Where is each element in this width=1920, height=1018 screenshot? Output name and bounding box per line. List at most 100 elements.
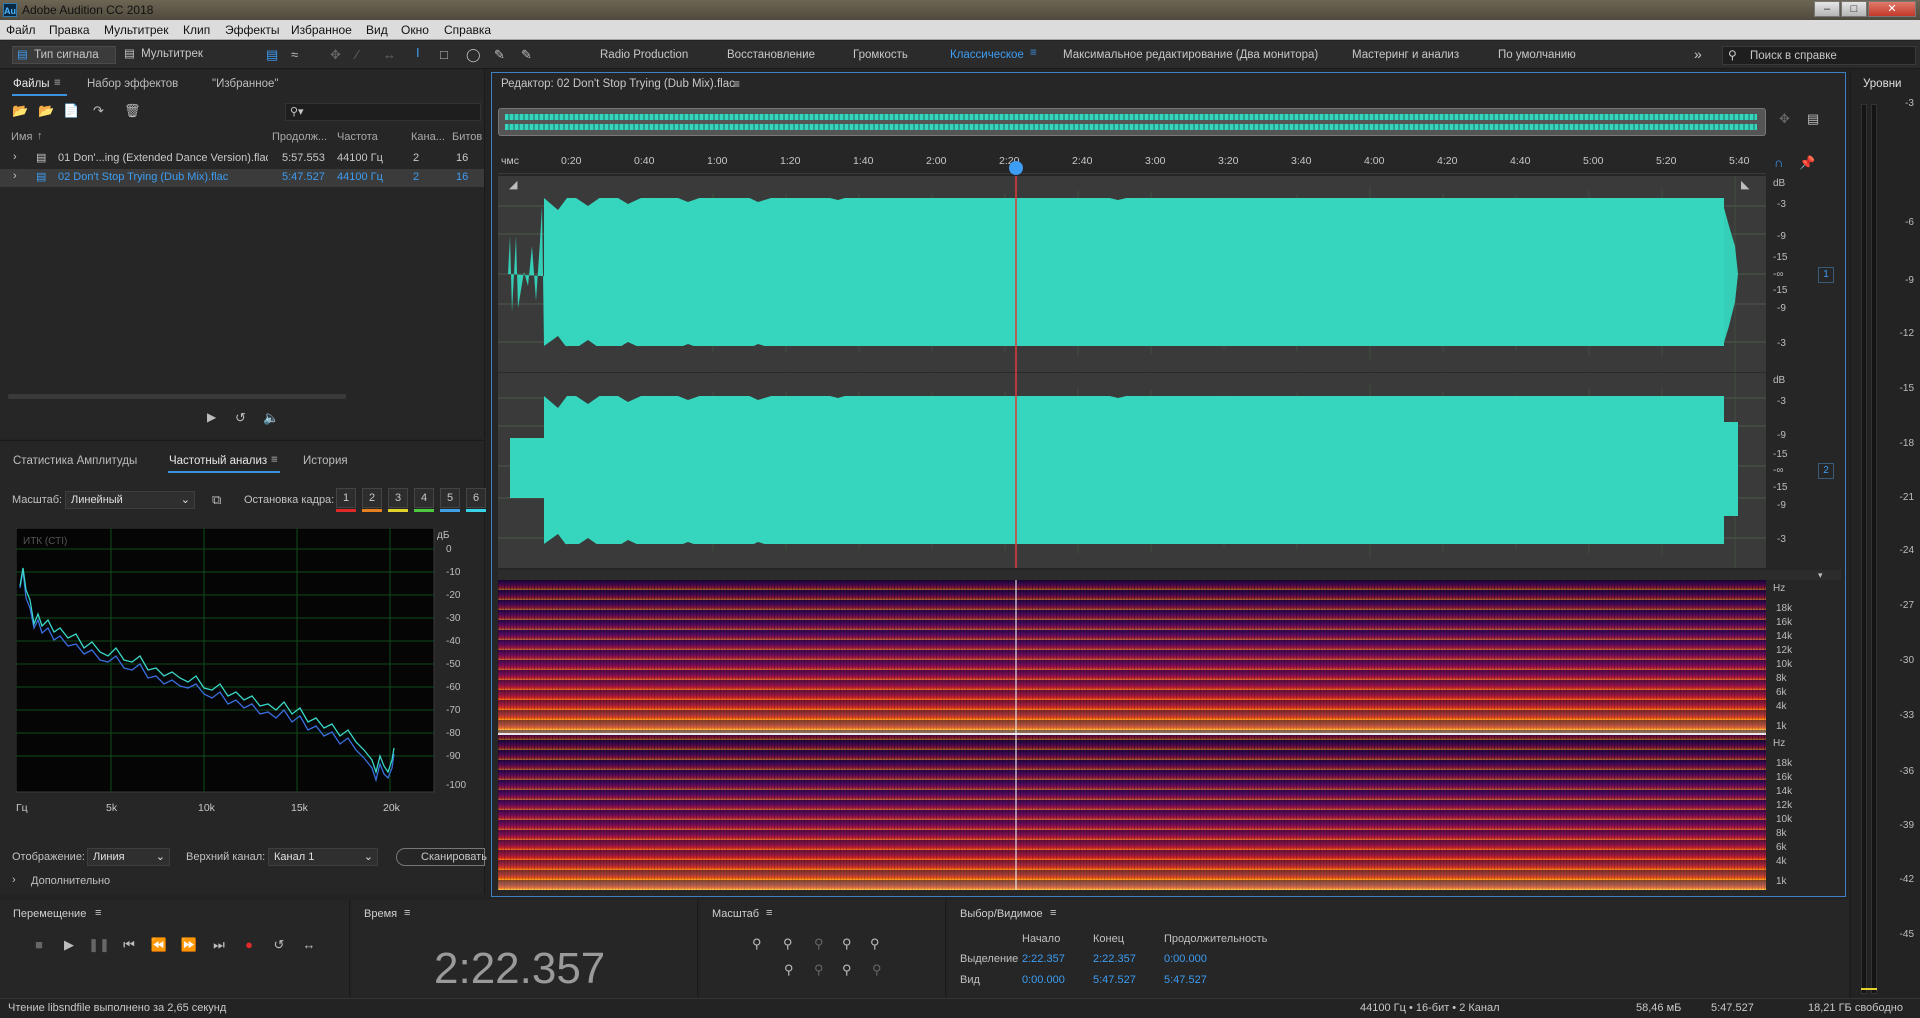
play-preview-icon[interactable]: ▶ [207,410,216,424]
menu-favorites[interactable]: Избранное [291,23,352,37]
expand-icon[interactable]: › [13,170,17,182]
file-row-selected[interactable]: › ▤ 02 Don't Stop Trying (Dub Mix).flac … [0,169,484,187]
channel-toggle-icon[interactable]: ◣ [1741,178,1749,191]
help-search[interactable]: ⚲ Поиск в справке [1722,46,1916,65]
layout-icon[interactable]: ▤ [1807,111,1819,127]
view-start[interactable]: 0:00.000 [1022,974,1065,986]
zoom-out-point-icon[interactable]: ⚲ [842,962,852,978]
waveform-display[interactable] [498,176,1766,568]
files-scrollbar[interactable] [8,394,346,399]
workspace-max-edit[interactable]: Максимальное редактирование (Два монитор… [1063,49,1318,61]
rewind-icon[interactable]: ⏪ [148,935,170,955]
zoom-out-full-icon[interactable]: ⚲ [870,936,880,952]
workspace-loudness[interactable]: Громкость [853,49,908,61]
col-duration[interactable]: Продолж... [272,131,327,143]
delete-icon[interactable]: 🗑 [124,103,141,119]
workspace-menu-icon[interactable]: ≡ [1030,47,1037,59]
auto-play-icon[interactable]: 🔈 [263,410,279,426]
spectral-display[interactable] [498,580,1766,890]
time-menu-icon[interactable]: ≡ [404,907,410,919]
transport-menu-icon[interactable]: ≡ [95,907,101,919]
lasso-tool-icon[interactable]: ◯ [466,47,481,63]
selection-start[interactable]: 2:22.357 [1022,953,1065,965]
tab-favorites[interactable]: "Избранное" [212,78,278,90]
menu-file[interactable]: Файл [6,23,36,37]
marker-pin-icon[interactable]: 📌 [1799,155,1815,171]
snap-icon[interactable]: ∩ [1774,155,1783,170]
zoom-full-icon[interactable]: ✥ [1779,111,1790,127]
pause-icon[interactable]: ❚❚ [88,935,110,955]
workspace-restoration[interactable]: Восстановление [727,49,815,61]
workspace-default[interactable]: По умолчанию [1498,49,1576,61]
workspace-mastering[interactable]: Мастеринг и анализ [1352,49,1459,61]
tab-history[interactable]: История [303,455,348,467]
multitrack-mode-button[interactable]: ▤ Мультитрек [124,46,214,64]
play-icon[interactable]: ▶ [58,935,80,955]
workspace-radio-production[interactable]: Radio Production [600,49,688,61]
freeze-slot-6[interactable]: 6 [466,488,486,508]
selection-menu-icon[interactable]: ≡ [1050,907,1056,919]
freeze-slot-2[interactable]: 2 [362,488,382,508]
go-to-start-icon[interactable]: ⏮ [118,935,140,955]
zoom-out-time-icon[interactable]: ⚲ [842,936,852,952]
overview-navigator[interactable] [498,108,1766,136]
waveform-mode-button[interactable]: ▤ Тип сигнала [12,46,116,64]
menu-window[interactable]: Окно [401,23,429,37]
zoom-in-amplitude-icon[interactable]: ⚲ [752,936,762,952]
channel-select[interactable]: Канал 1 ⌄ [268,848,378,866]
marquee-tool-icon[interactable]: □ [440,47,448,62]
channel-toggle-icon[interactable]: ◢ [509,178,517,191]
col-name[interactable]: Имя [11,131,32,143]
menu-help[interactable]: Справка [444,23,491,37]
freeze-slot-5[interactable]: 5 [440,488,460,508]
analysis-menu-icon[interactable]: ≡ [271,454,278,466]
workspace-classic[interactable]: Классическое [950,49,1024,61]
menu-view[interactable]: Вид [366,23,388,37]
freeze-slot-1[interactable]: 1 [336,488,356,508]
freeze-slot-4[interactable]: 4 [414,488,434,508]
scale-select[interactable]: Линейный ⌄ [65,491,195,509]
spot-healing-tool-icon[interactable]: ✎ [521,47,532,63]
fast-forward-icon[interactable]: ⏩ [178,935,200,955]
display-select[interactable]: Линия ⌄ [87,848,170,866]
slip-tool-icon[interactable]: ↔ [383,47,396,62]
chevron-down-icon[interactable]: ▾ [1818,570,1823,581]
loop-icon[interactable]: ↺ [268,935,290,955]
maximize-button[interactable]: □ [1841,1,1867,17]
go-to-end-icon[interactable]: ⏭ [208,935,230,955]
brush-tool-icon[interactable]: ✎ [494,47,505,63]
selection-end[interactable]: 2:22.357 [1093,953,1136,965]
waveform-view-icon[interactable]: ▤ [266,47,278,63]
minimize-button[interactable]: – [1814,1,1840,17]
col-bits[interactable]: Битов [452,131,482,143]
playhead-handle[interactable] [1009,161,1023,175]
tab-frequency-analysis[interactable]: Частотный анализ [169,455,267,467]
view-splitter[interactable] [498,570,1841,580]
channel-badge-1[interactable]: 1 [1818,267,1834,283]
view-duration[interactable]: 5:47.527 [1164,974,1207,986]
zoom-in-time-icon[interactable]: ⚲ [814,936,824,952]
record-icon[interactable]: ● [238,935,260,955]
more-workspaces-icon[interactable]: » [1694,46,1702,62]
import-icon[interactable]: 📂 [38,103,54,119]
zoom-out-amplitude-icon[interactable]: ⚲ [783,936,793,952]
files-search-input[interactable]: ⚲▾ [285,103,481,121]
tab-files[interactable]: Файлы [13,78,50,90]
advanced-toggle[interactable]: Дополнительно [31,875,110,887]
move-tool-icon[interactable]: ✥ [330,47,341,63]
help-search-placeholder[interactable]: Поиск в справке [1750,50,1837,62]
tab-effects-rack[interactable]: Набор эффектов [87,78,178,90]
skip-icon[interactable]: ↔ [298,935,320,955]
spectral-view-icon[interactable]: ≈ [291,47,298,62]
menu-multitrack[interactable]: Мультитрек [104,23,168,37]
menu-edit[interactable]: Правка [49,23,90,37]
zoom-reset-icon[interactable]: ⚲ [872,962,882,978]
razor-tool-icon[interactable]: ⁄ [356,47,358,62]
timeline-ruler[interactable]: чмс [498,152,1766,174]
copy-icon[interactable]: ⧉ [212,492,221,508]
expand-icon[interactable]: › [12,874,16,886]
channel-badge-2[interactable]: 2 [1818,463,1834,479]
menu-effects[interactable]: Эффекты [225,23,280,37]
files-menu-icon[interactable]: ≡ [54,77,61,89]
freeze-slot-3[interactable]: 3 [388,488,408,508]
